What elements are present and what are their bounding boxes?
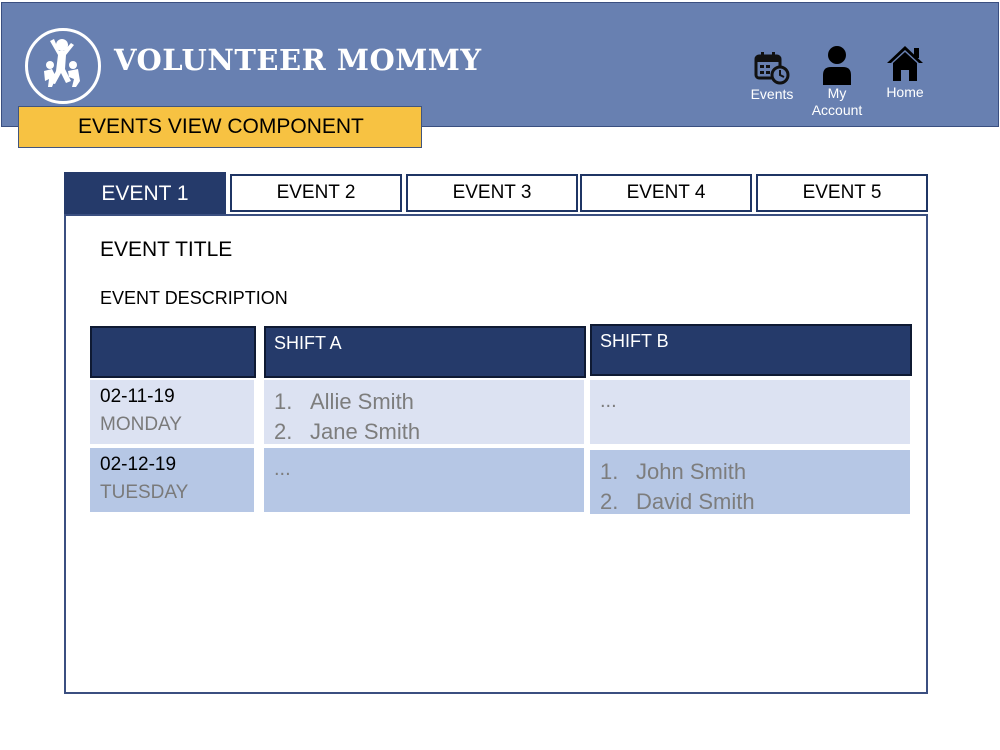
nav-events[interactable]: Events — [746, 51, 798, 103]
empty-shift: ... — [274, 458, 291, 480]
brand-title: VOLUNTEER MOMMY — [114, 43, 482, 77]
day: MONDAY — [100, 414, 182, 435]
list-item: 2. David Smith — [600, 489, 755, 514]
event-tabs: EVENT 1 EVENT 2 EVENT 3 EVENT 4 EVENT 5 — [64, 172, 928, 216]
empty-shift: ... — [600, 390, 617, 412]
list-item: 1. John Smith — [600, 459, 747, 484]
component-label: EVENTS VIEW COMPONENT — [18, 106, 422, 148]
date: 02-12-19 — [100, 454, 177, 475]
list-item: 1. Allie Smith — [274, 389, 414, 414]
tab-event-1[interactable]: EVENT 1 — [64, 172, 226, 216]
volunteer-list: 1. Allie Smith 2. Jane Smith — [274, 387, 420, 447]
volunteer-list: 1. John Smith 2. David Smith — [600, 457, 755, 517]
schedule-header-shift-b: SHIFT B — [590, 324, 912, 376]
tab-event-4[interactable]: EVENT 4 — [580, 174, 752, 212]
person-icon — [823, 46, 851, 85]
nav-home[interactable]: Home — [876, 44, 934, 101]
event-description: EVENT DESCRIPTION — [100, 288, 288, 308]
event-panel: EVENT TITLE EVENT DESCRIPTION SHIFT A SH… — [64, 214, 928, 694]
date-cell-row-2: 02-12-19 TUESDAY — [90, 448, 254, 512]
tab-event-3[interactable]: EVENT 3 — [406, 174, 578, 212]
nav-my-account-label-1: My — [827, 85, 847, 101]
shift-b-cell-row-2[interactable]: 1. John Smith 2. David Smith — [590, 450, 910, 514]
date-cell-row-1: 02-11-19 MONDAY — [90, 380, 254, 444]
nav-home-label: Home — [886, 84, 924, 100]
tab-event-5[interactable]: EVENT 5 — [756, 174, 928, 212]
tab-event-2[interactable]: EVENT 2 — [230, 174, 402, 212]
shift-b-cell-row-1[interactable]: ... — [590, 380, 910, 444]
day: TUESDAY — [100, 482, 189, 503]
event-title: EVENT TITLE — [100, 238, 233, 261]
list-item: 2. Jane Smith — [274, 419, 421, 444]
shift-a-cell-row-2[interactable]: ... — [264, 448, 584, 512]
shift-a-cell-row-1[interactable]: 1. Allie Smith 2. Jane Smith — [264, 380, 584, 444]
logo-icon[interactable] — [25, 28, 101, 104]
calendar-clock-icon — [754, 52, 790, 85]
nav-my-account[interactable]: My Account — [802, 45, 872, 119]
schedule-header-shift-a: SHIFT A — [264, 326, 586, 378]
home-icon — [887, 46, 923, 81]
schedule-header-date — [90, 326, 256, 378]
date: 02-11-19 — [100, 386, 175, 407]
nav-my-account-label-2: Account — [811, 102, 863, 118]
nav-events-label: Events — [750, 86, 794, 102]
